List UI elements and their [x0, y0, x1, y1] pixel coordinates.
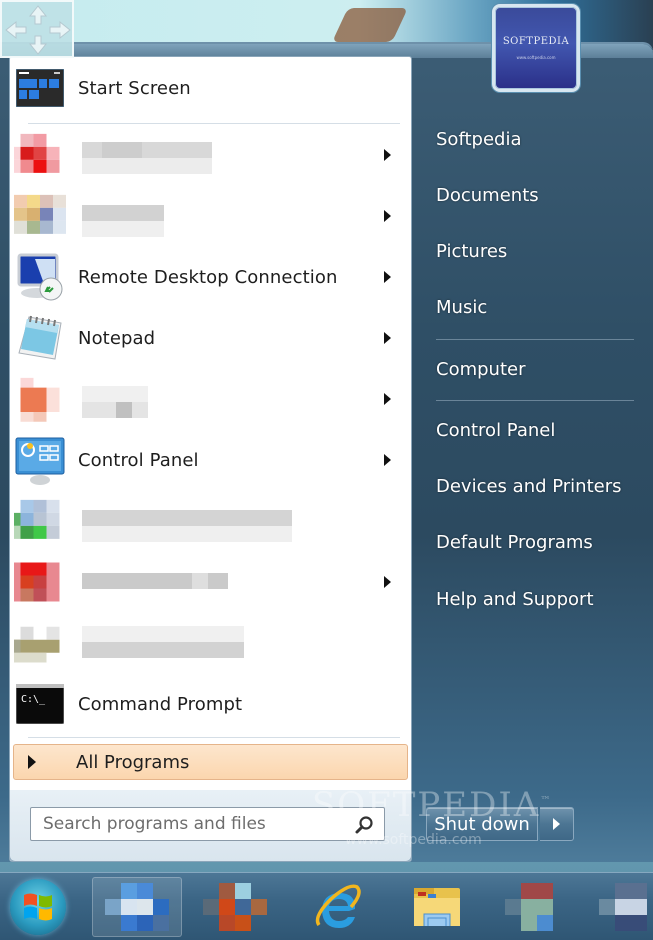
pixelated-app-icon: [505, 883, 553, 931]
right-item-default-programs[interactable]: Default Programs: [428, 522, 638, 562]
program-label: Notepad: [78, 327, 156, 349]
separator: [28, 123, 400, 124]
program-redacted-6[interactable]: [12, 614, 408, 672]
pixelated-app-icon: [14, 556, 66, 608]
submenu-arrow-icon: [384, 454, 391, 466]
redacted-label: [82, 386, 148, 418]
notepad-icon: [14, 312, 66, 364]
right-item-label: Help and Support: [436, 588, 594, 610]
expand-arrow-icon: [28, 755, 36, 769]
pixelated-app-icon: [14, 190, 66, 242]
program-redacted-5[interactable]: [12, 553, 408, 611]
redacted-label: [82, 142, 212, 174]
taskbar-file-explorer[interactable]: [392, 877, 482, 937]
right-item-label: Pictures: [436, 240, 508, 262]
pixelated-app-icon: [14, 373, 66, 425]
separator: [436, 339, 634, 340]
search-icon[interactable]: [354, 815, 374, 835]
program-control-panel[interactable]: Control Panel: [12, 431, 408, 489]
pixelated-app-icon: [14, 129, 66, 181]
right-item-label: Devices and Printers: [436, 475, 622, 497]
shutdown-group: Shut down: [426, 807, 574, 841]
redacted-label: [82, 205, 164, 237]
pixelated-app-icon: [14, 495, 66, 547]
right-item-computer[interactable]: Computer: [428, 349, 638, 389]
program-redacted-4[interactable]: [12, 492, 408, 550]
program-label: Command Prompt: [78, 693, 243, 715]
submenu-arrow-icon: [384, 332, 391, 344]
right-item-label: Softpedia: [436, 128, 522, 150]
program-redacted-1[interactable]: [12, 126, 408, 184]
windows-logo-icon: [24, 893, 52, 921]
right-item-label: Music: [436, 296, 488, 318]
right-item-control-panel[interactable]: Control Panel: [428, 410, 638, 450]
taskbar-app-5[interactable]: [492, 877, 582, 937]
separator: [436, 400, 634, 401]
program-notepad[interactable]: Notepad: [12, 309, 408, 367]
program-redacted-3[interactable]: [12, 370, 408, 428]
right-item-label: Control Panel: [436, 419, 556, 441]
move-handle[interactable]: [0, 0, 74, 58]
user-picture-brand: SOFTPEDIA: [502, 36, 570, 47]
user-picture-url: www.softpedia.com: [516, 55, 556, 60]
pixelated-app-icon: [105, 883, 169, 931]
start-screen-icon: [14, 62, 66, 114]
move-arrows-icon: [5, 5, 71, 55]
submenu-arrow-icon: [384, 393, 391, 405]
search-input[interactable]: [43, 814, 343, 834]
chevron-right-icon: [553, 818, 560, 830]
program-remote-desktop-connection[interactable]: Remote Desktop Connection: [12, 248, 408, 306]
submenu-arrow-icon: [384, 149, 391, 161]
command-prompt-icon: C:\_: [14, 678, 66, 730]
program-start-screen[interactable]: Start Screen: [12, 59, 408, 117]
right-item-music[interactable]: Music: [428, 287, 638, 327]
taskbar-internet-explorer[interactable]: [292, 877, 382, 937]
shutdown-options-button[interactable]: [540, 807, 574, 841]
pixelated-app-icon: [14, 617, 66, 669]
redacted-label: [82, 573, 228, 589]
program-label: Remote Desktop Connection: [78, 266, 338, 288]
redacted-label: [82, 626, 244, 658]
submenu-arrow-icon: [384, 271, 391, 283]
program-redacted-2[interactable]: [12, 187, 408, 245]
program-label: Start Screen: [78, 77, 191, 99]
right-item-label: Default Programs: [436, 531, 593, 553]
shutdown-label: Shut down: [434, 813, 530, 835]
taskbar-app-6[interactable]: [588, 877, 653, 937]
taskbar-app-1[interactable]: [92, 877, 182, 937]
program-command-prompt[interactable]: C:\_ Command Prompt: [12, 675, 408, 733]
all-programs-label: All Programs: [76, 751, 190, 773]
remote-desktop-icon: [14, 251, 66, 303]
right-item-documents[interactable]: Documents: [428, 175, 638, 215]
pixelated-app-icon: [599, 883, 647, 931]
search-box[interactable]: [30, 807, 385, 841]
user-picture[interactable]: SOFTPEDIA www.softpedia.com: [492, 4, 580, 92]
program-label: Control Panel: [78, 449, 199, 471]
taskbar-app-2[interactable]: [190, 877, 280, 937]
redacted-label: [82, 510, 292, 542]
right-item-pictures[interactable]: Pictures: [428, 231, 638, 271]
right-item-help-and-support[interactable]: Help and Support: [428, 579, 638, 619]
right-item-softpedia[interactable]: Softpedia: [428, 119, 638, 159]
separator: [28, 737, 400, 738]
start-button[interactable]: [10, 879, 66, 935]
all-programs-button[interactable]: All Programs: [13, 744, 408, 780]
svg-text:C:\_: C:\_: [21, 694, 46, 705]
submenu-arrow-icon: [384, 576, 391, 588]
taskbar: [0, 872, 653, 940]
right-item-devices-and-printers[interactable]: Devices and Printers: [428, 466, 638, 506]
submenu-arrow-icon: [384, 210, 391, 222]
shutdown-button[interactable]: Shut down: [426, 807, 538, 841]
right-item-label: Documents: [436, 184, 539, 206]
pixelated-app-icon: [203, 883, 267, 931]
control-panel-icon: [14, 434, 66, 486]
internet-explorer-icon: [315, 884, 361, 928]
folder-icon: [414, 888, 460, 926]
right-item-label: Computer: [436, 358, 526, 380]
